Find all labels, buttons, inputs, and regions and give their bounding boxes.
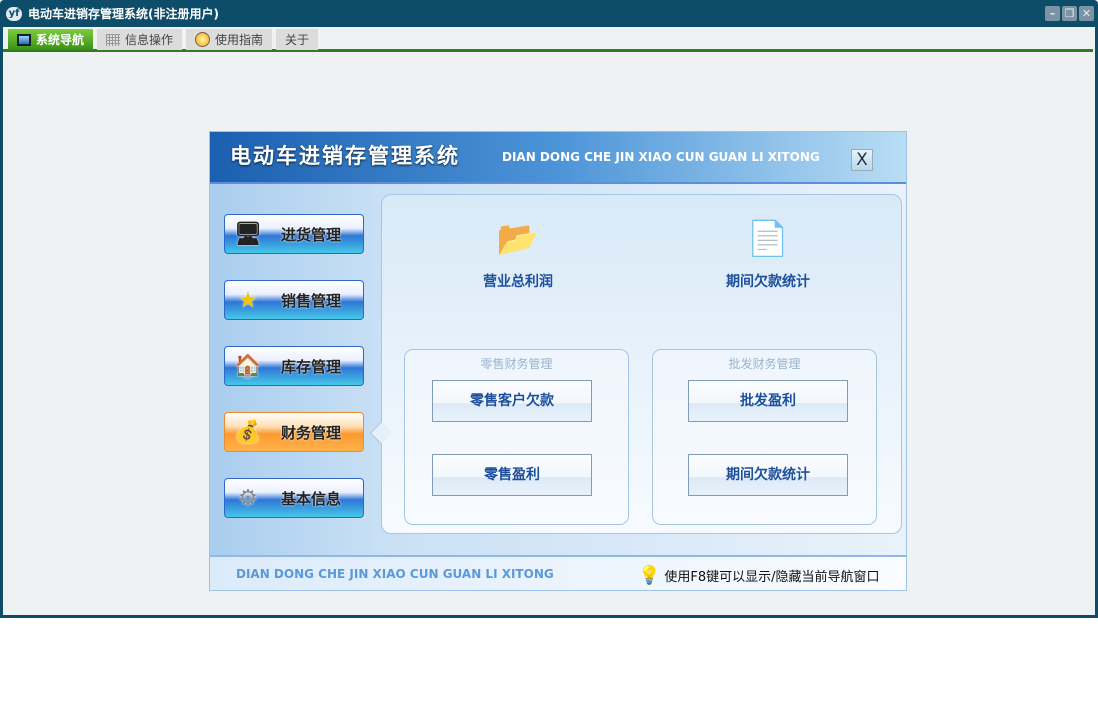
retail-finance-group: 零售财务管理 零售客户欠款 零售盈利 [404, 349, 629, 525]
tab-info-ops[interactable]: 信息操作 [97, 29, 183, 50]
retail-profit-button[interactable]: 零售盈利 [432, 454, 592, 496]
folder-coins-icon: 📂 [496, 219, 540, 259]
panel-footer: DIAN DONG CHE JIN XIAO CUN GUAN LI XITON… [210, 555, 906, 590]
retail-customer-debt-button[interactable]: 零售客户欠款 [432, 380, 592, 422]
wholesale-finance-group: 批发财务管理 批发盈利 期间欠款统计 [652, 349, 877, 525]
tab-guide[interactable]: 使用指南 [186, 29, 273, 50]
star-icon: ★ [238, 287, 258, 313]
document-coins-icon: 📄 [746, 219, 790, 259]
close-button[interactable]: ✕ [1079, 6, 1094, 21]
minimize-button[interactable]: – [1045, 6, 1060, 21]
nav-purchase[interactable]: 🖥 进货管理 [224, 214, 364, 254]
nav-label: 财务管理 [281, 423, 342, 442]
nav-finance[interactable]: 💰 财务管理 [224, 412, 364, 452]
panel-title: 电动车进销存管理系统 [230, 144, 460, 168]
tab-label: 使用指南 [215, 33, 264, 47]
help-icon [195, 32, 211, 47]
group-title: 批发财务管理 [728, 357, 801, 371]
window-title: 电动车进销存管理系统(非注册用户) [28, 7, 219, 21]
content-area: 📂 营业总利润 📄 期间欠款统计 零售财务管理 零售客户欠款 零售盈利 批发财务管理… [369, 194, 902, 534]
nav-label: 销售管理 [281, 291, 342, 310]
nav-inventory[interactable]: 🏠 库存管理 [224, 346, 364, 386]
panel-close-button[interactable]: X [851, 149, 873, 171]
monitor-icon: 🖥 [234, 221, 262, 247]
tip-text: 使用F8键可以显示/隐藏当前导航窗口 [664, 570, 880, 585]
tab-about[interactable]: 关于 [276, 29, 319, 50]
nav-basic-info[interactable]: ⚙ 基本信息 [224, 478, 364, 518]
nav-sales[interactable]: ★ 销售管理 [224, 280, 364, 320]
title-bar: yf 电动车进销存管理系统(非注册用户) – ❐ ✕ [0, 0, 1098, 27]
panel-subtitle: DIAN DONG CHE JIN XIAO CUN GUAN LI XITON… [502, 150, 820, 164]
nav-label: 基本信息 [281, 489, 342, 508]
tab-bar: 系统导航 信息操作 使用指南 关于 [3, 27, 1093, 52]
coins-icon: 💰 [234, 419, 262, 445]
nav-label: 库存管理 [281, 357, 342, 376]
item-label: 营业总利润 [483, 274, 553, 290]
footer-subtitle: DIAN DONG CHE JIN XIAO CUN GUAN LI XITON… [236, 567, 554, 581]
house-icon: 🏠 [234, 353, 262, 379]
tab-label: 信息操作 [125, 33, 174, 47]
tab-label: 关于 [285, 33, 310, 47]
group-title: 零售财务管理 [480, 357, 553, 371]
period-debt-stats-button[interactable]: 📄 期间欠款统计 [688, 217, 848, 291]
lightbulb-icon: 💡 [638, 565, 661, 586]
restore-button[interactable]: ❐ [1062, 6, 1077, 21]
panel-header: 电动车进销存管理系统 DIAN DONG CHE JIN XIAO CUN GU… [210, 132, 906, 184]
app-logo-icon: yf [6, 6, 22, 21]
tab-label: 系统导航 [36, 33, 85, 47]
navigation-panel: 电动车进销存管理系统 DIAN DONG CHE JIN XIAO CUN GU… [209, 131, 907, 591]
nav-label: 进货管理 [281, 225, 342, 244]
tab-system-nav[interactable]: 系统导航 [8, 29, 94, 50]
period-debt-button[interactable]: 期间欠款统计 [688, 454, 848, 496]
monitor-icon [17, 33, 31, 46]
selection-pointer [369, 421, 393, 445]
wholesale-profit-button[interactable]: 批发盈利 [688, 380, 848, 422]
grid-icon [106, 33, 121, 46]
total-profit-button[interactable]: 📂 营业总利润 [438, 217, 598, 291]
item-label: 期间欠款统计 [726, 274, 810, 290]
gear-icon: ⚙ [238, 485, 258, 511]
f8-tip: 💡 使用F8键可以显示/隐藏当前导航窗口 [638, 565, 880, 586]
